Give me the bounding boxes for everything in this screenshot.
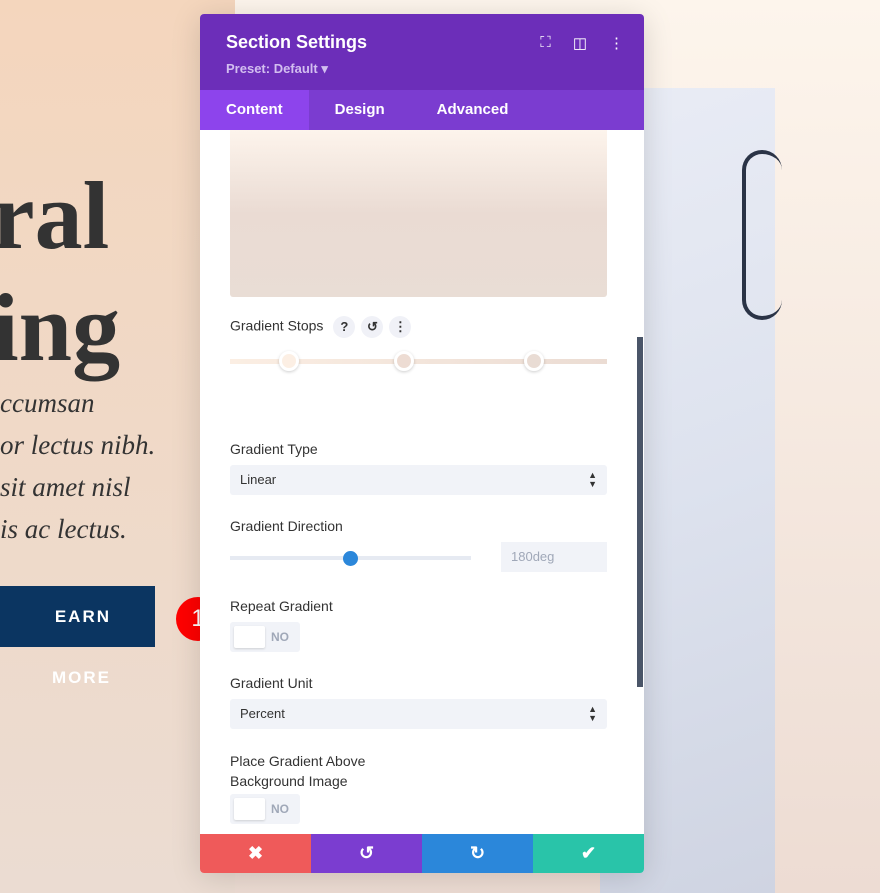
paragraph-line: sit amet nisl [0, 472, 131, 502]
select-value: Linear [240, 472, 277, 487]
gradient-unit-select[interactable]: Percent ▲ ▼ [230, 699, 607, 729]
redo-icon: ↻ [469, 843, 486, 863]
panel-body: Gradient Stops? ↺ ⋮ Gradient Type Linear ▲ ▼… [200, 130, 644, 834]
check-icon: ✔ [580, 843, 597, 863]
glasses-image [742, 150, 782, 320]
select-value: Percent [240, 706, 285, 721]
place-gradient-above-toggle[interactable]: NO [230, 794, 300, 824]
panel-footer: ✖ ↺ ↻ ✔ [200, 834, 644, 873]
heading-line: ral [0, 162, 110, 269]
gradient-stops-label: Gradient Stops [230, 317, 324, 334]
redo-button[interactable]: ↻ [422, 834, 533, 873]
tab-advanced[interactable]: Advanced [411, 90, 535, 130]
label-line: Background Image [230, 773, 348, 789]
help-icon[interactable]: ? [333, 316, 356, 338]
undo-icon: ↺ [358, 843, 375, 863]
slider-thumb[interactable] [343, 551, 358, 566]
toggle-state: NO [271, 802, 289, 816]
tab-design[interactable]: Design [309, 90, 411, 130]
hero-paragraph: ccumsan or lectus nibh. sit amet nisl is… [0, 382, 155, 550]
more-options-icon[interactable]: ⋮ [609, 34, 624, 52]
gradient-stop-handle[interactable] [279, 351, 299, 371]
gradient-type-select[interactable]: Linear ▲ ▼ [230, 465, 607, 495]
select-arrows-icon: ▲ ▼ [588, 704, 597, 723]
label-line: Place Gradient Above [230, 753, 366, 769]
cancel-button[interactable]: ✖ [200, 834, 311, 873]
preset-dropdown[interactable]: Preset: Default ▾ [226, 61, 618, 77]
hero-heading: ral ing [0, 160, 120, 384]
repeat-gradient-label: Repeat Gradient [230, 598, 333, 614]
toggle-knob [234, 798, 265, 820]
split-view-icon[interactable]: ◫ [573, 34, 587, 52]
select-arrows-icon: ▲ ▼ [588, 470, 597, 489]
heading-line: ing [0, 274, 121, 381]
tab-bar: Content Design Advanced [200, 90, 644, 130]
paragraph-line: ccumsan [0, 388, 95, 418]
learn-more-button[interactable]: EARN MORE [0, 586, 155, 687]
gradient-stops-row: Gradient Stops? ↺ ⋮ [230, 316, 412, 338]
gradient-unit-label: Gradient Unit [230, 675, 313, 691]
gradient-stop-handle[interactable] [524, 351, 544, 371]
panel-header: Section Settings Preset: Default ▾ ⛶ ◫ ⋮ [200, 14, 644, 90]
close-icon: ✖ [247, 843, 264, 863]
section-settings-panel: Section Settings Preset: Default ▾ ⛶ ◫ ⋮ C… [200, 14, 644, 873]
tab-content[interactable]: Content [200, 90, 309, 130]
gradient-type-label: Gradient Type [230, 441, 318, 457]
toggle-state: NO [271, 630, 289, 644]
gradient-direction-input[interactable]: 180deg [501, 542, 607, 572]
scrollbar[interactable] [637, 337, 643, 687]
place-gradient-above-label: Place Gradient Above Background Image [230, 751, 365, 791]
more-icon[interactable]: ⋮ [389, 316, 412, 338]
undo-button[interactable]: ↺ [311, 834, 422, 873]
reset-icon[interactable]: ↺ [361, 316, 384, 338]
gradient-preview [230, 130, 607, 297]
repeat-gradient-toggle[interactable]: NO [230, 622, 300, 652]
gradient-stop-handle[interactable] [394, 351, 414, 371]
save-button[interactable]: ✔ [533, 834, 644, 873]
gradient-direction-label: Gradient Direction [230, 518, 343, 534]
paragraph-line: is ac lectus. [0, 514, 127, 544]
toggle-knob [234, 626, 265, 648]
paragraph-line: or lectus nibh. [0, 430, 156, 460]
fullscreen-icon[interactable]: ⛶ [540, 34, 551, 52]
